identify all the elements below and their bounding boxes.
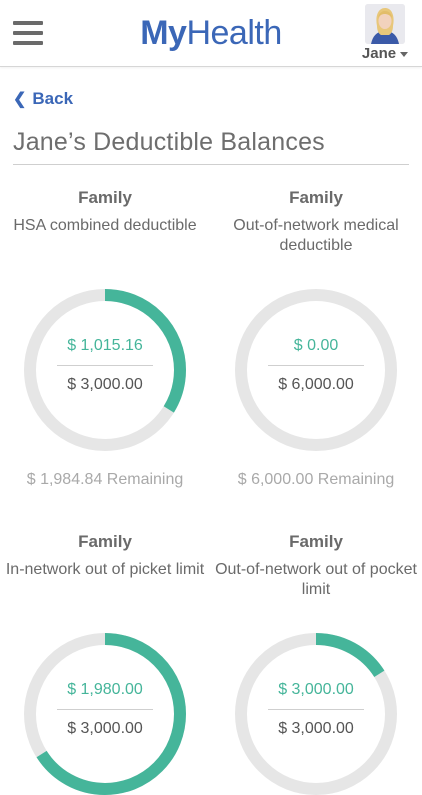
remaining-amount: $ 1,984.84 Remaining xyxy=(26,471,184,488)
remaining-amount: $ 6,000.00 Remaining xyxy=(237,471,395,488)
card-label: Family xyxy=(289,532,343,551)
brand-my: My xyxy=(140,14,187,52)
progress-ring: $ 1,980.00 $ 3,000.00 xyxy=(24,633,186,795)
user-menu[interactable]: Jane xyxy=(360,4,410,62)
back-link[interactable]: ❮ Back xyxy=(13,89,73,109)
card-description: HSA combined deductible xyxy=(13,217,197,234)
used-amount: $ 0.00 xyxy=(293,337,339,354)
total-amount: $ 3,000.00 xyxy=(67,376,143,393)
total-amount: $ 3,000.00 xyxy=(67,720,143,737)
ring-chart xyxy=(235,633,397,795)
ring-track xyxy=(235,289,397,451)
ring-divider xyxy=(57,365,153,366)
used-amount: $ 1,980.00 xyxy=(67,681,143,698)
title-divider xyxy=(13,164,409,165)
brand-health: Health xyxy=(186,14,282,52)
user-name: Jane xyxy=(361,45,397,62)
chevron-left-icon: ❮ xyxy=(13,91,27,108)
ring-chart xyxy=(235,289,397,451)
deductible-card: Family Out-of-network out of pocket limi… xyxy=(211,532,421,795)
ring-divider xyxy=(57,709,153,710)
ring-chart xyxy=(24,633,186,795)
user-avatar xyxy=(365,4,405,44)
back-label: Back xyxy=(32,89,74,108)
app-header: MyHealth Jane xyxy=(0,0,422,67)
card-label: Family xyxy=(289,188,343,207)
chevron-down-icon xyxy=(400,51,409,57)
used-amount: $ 3,000.00 xyxy=(278,681,354,698)
ring-chart xyxy=(24,289,186,451)
deductible-card: Family Out-of-network medical deductible… xyxy=(211,188,421,489)
progress-ring: $ 0.00 $ 6,000.00 xyxy=(235,289,397,451)
used-amount: $ 1,015.16 xyxy=(67,337,143,354)
card-description: In-network out of picket limit xyxy=(5,561,205,578)
card-label: Family xyxy=(78,188,132,207)
ring-divider xyxy=(268,365,364,366)
deductible-card: Family In-network out of picket limit $ … xyxy=(0,532,210,795)
page-title: Jane’s Deductible Balances xyxy=(13,128,325,156)
total-amount: $ 6,000.00 xyxy=(278,376,354,393)
card-description: Out-of-network out of pocket limit xyxy=(215,561,417,598)
avatar-photo-icon xyxy=(365,4,405,44)
progress-ring: $ 3,000.00 $ 3,000.00 xyxy=(235,633,397,795)
progress-ring: $ 1,015.16 $ 3,000.00 xyxy=(24,289,186,451)
brand-logo: MyHealth xyxy=(0,14,422,53)
deductible-card: Family HSA combined deductible $ 1,015.1… xyxy=(0,188,210,489)
ring-divider xyxy=(268,709,364,710)
card-description: Out-of-network medical deductible xyxy=(233,217,399,254)
total-amount: $ 3,000.00 xyxy=(278,720,354,737)
card-label: Family xyxy=(78,532,132,551)
